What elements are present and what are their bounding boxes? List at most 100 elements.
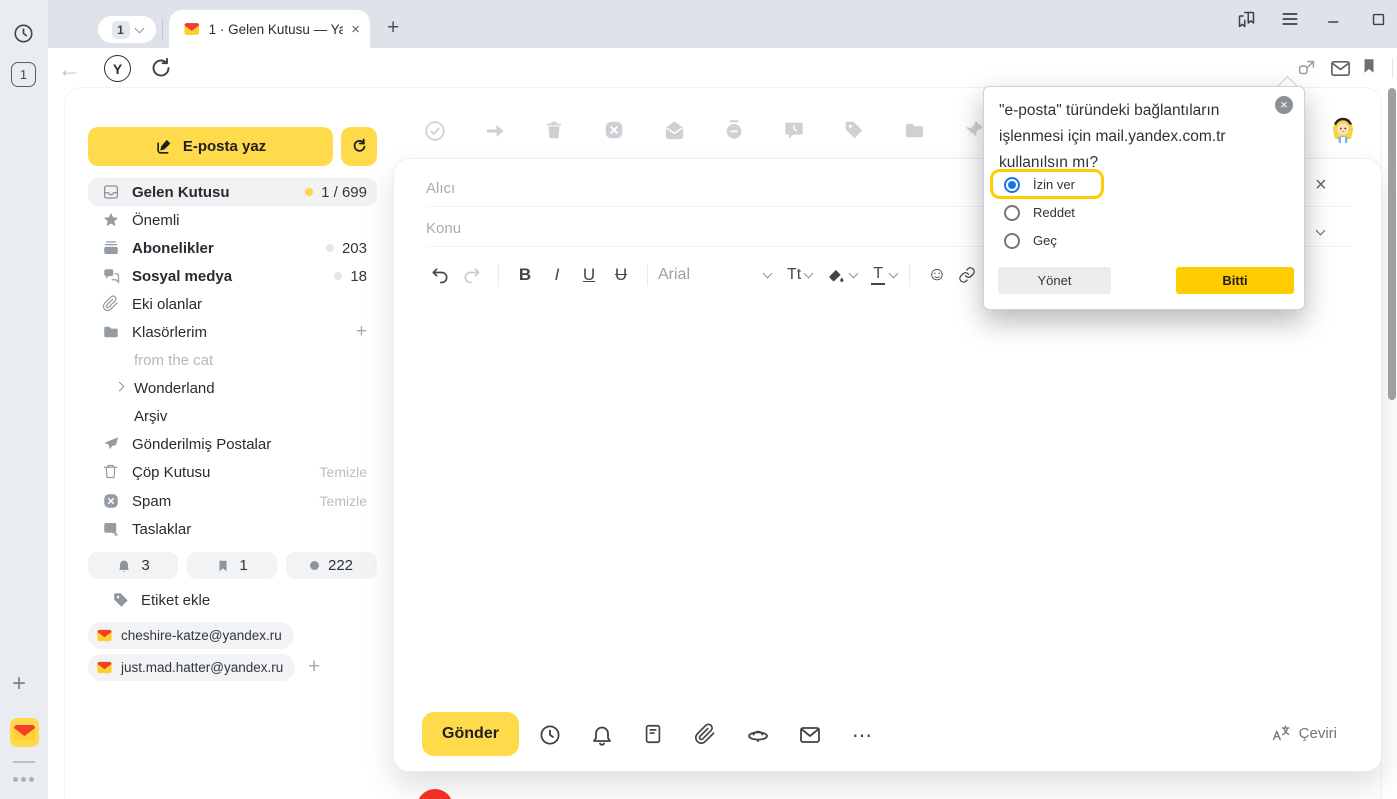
translate-button[interactable]: Çeviri: [1271, 723, 1337, 743]
empty-spam-action[interactable]: Temizle: [320, 493, 367, 509]
text-color-button[interactable]: T: [871, 265, 897, 285]
unread-dot: [305, 188, 313, 196]
history-icon[interactable]: [12, 22, 35, 45]
yandex-button[interactable]: Y: [104, 55, 131, 82]
message-body[interactable]: [396, 295, 1380, 697]
compose-collapse-icon[interactable]: [1317, 221, 1324, 239]
send-button[interactable]: Gönder: [422, 712, 519, 756]
check-mail-button[interactable]: [341, 127, 377, 166]
tab-active[interactable]: 1 · Gelen Kutusu — Yandex Mail ×: [169, 10, 370, 48]
radio-deny[interactable]: Reddet: [1004, 204, 1075, 221]
font-size-select[interactable]: Tt: [787, 266, 812, 284]
compose-button[interactable]: E-posta yaz: [88, 127, 333, 166]
new-tab-button[interactable]: +: [387, 16, 399, 40]
toolbar-divider: [1392, 58, 1393, 78]
note-icon[interactable]: [783, 119, 807, 143]
radio-icon[interactable]: [1004, 233, 1020, 249]
manage-button[interactable]: Yönet: [998, 267, 1111, 294]
move-folder-icon[interactable]: [903, 119, 927, 143]
add-folder-icon[interactable]: +: [356, 321, 367, 343]
sidebar-item-attachments[interactable]: Eki olanlar: [88, 290, 377, 318]
yandex-mail-app-icon[interactable]: [10, 718, 39, 747]
more-actions-icon[interactable]: ⋯: [850, 723, 874, 747]
chevron-down-icon[interactable]: [763, 269, 773, 279]
sidebar-item-my-folders[interactable]: Klasörlerim +: [88, 318, 377, 346]
label-icon[interactable]: [843, 119, 867, 143]
redo-icon[interactable]: [456, 265, 488, 285]
radio-allow[interactable]: İzin ver: [1004, 176, 1075, 193]
reminders-badge[interactable]: 3: [88, 552, 178, 579]
mail-notifier-icon[interactable]: [1329, 57, 1352, 80]
forward-icon[interactable]: [483, 119, 507, 143]
tab-close-icon[interactable]: ×: [351, 21, 360, 38]
bookmarks-badge[interactable]: 1: [187, 552, 277, 579]
scrollbar-thumb[interactable]: [1388, 88, 1396, 400]
account-chip[interactable]: cheshire-katze@yandex.ru: [88, 622, 294, 649]
minimize-button[interactable]: [1320, 5, 1348, 33]
menu-icon[interactable]: [1276, 5, 1304, 33]
underline-button[interactable]: U: [573, 265, 605, 285]
back-icon[interactable]: ←: [58, 56, 81, 83]
snooze-icon[interactable]: [723, 119, 747, 143]
link-icon[interactable]: [952, 266, 982, 284]
sidebar-more-icon[interactable]: [13, 777, 34, 782]
subject-field[interactable]: [426, 213, 986, 243]
sidebar-item-spam[interactable]: Spam Temizle: [88, 487, 377, 515]
emoji-icon[interactable]: ☺: [922, 264, 952, 286]
spam-icon[interactable]: [603, 119, 627, 143]
sidebar-item-trash[interactable]: Çöp Kutusu Temizle: [88, 458, 377, 486]
compose-close-icon[interactable]: ×: [1315, 177, 1327, 193]
sidebar-item-subscriptions[interactable]: Abonelikler 203: [88, 234, 377, 262]
bell-icon: [116, 558, 132, 574]
account-chip[interactable]: just.mad.hatter@yandex.ru: [88, 654, 295, 681]
bookmark-flag-icon: [216, 558, 230, 574]
font-family-select[interactable]: Arial: [658, 266, 764, 284]
reload-icon[interactable]: [149, 56, 173, 80]
empty-trash-action[interactable]: Temizle: [320, 464, 367, 480]
strikethrough-button[interactable]: U: [605, 265, 637, 285]
notify-icon[interactable]: [590, 723, 614, 747]
sidebar-item-important[interactable]: Önemli: [88, 206, 377, 234]
sidebar-item-inbox[interactable]: Gelen Kutusu 1 / 699: [88, 178, 377, 206]
to-field[interactable]: [426, 173, 986, 203]
select-all-icon[interactable]: [423, 119, 447, 143]
dialog-message: "e-posta" türündeki bağlantıların işlenm…: [999, 98, 1249, 176]
sidebar-item-wonderland[interactable]: Wonderland: [88, 374, 377, 402]
refresh-icon: [350, 137, 369, 156]
add-tag-button[interactable]: Etiket ekle: [112, 591, 210, 609]
dialog-close-icon[interactable]: ×: [1275, 96, 1293, 114]
maximize-button[interactable]: [1364, 5, 1392, 33]
mark-read-icon[interactable]: [663, 119, 687, 143]
delete-icon[interactable]: [543, 119, 567, 143]
schedule-send-icon[interactable]: [538, 723, 562, 747]
italic-button[interactable]: I: [541, 265, 573, 285]
sidebar-item-archive[interactable]: Arşiv: [88, 402, 377, 430]
chevron-right-icon[interactable]: [115, 382, 125, 392]
done-button[interactable]: Bitti: [1176, 267, 1294, 294]
sidebar-add-icon[interactable]: +: [12, 673, 26, 695]
sidebar-item-from-the-cat[interactable]: from the cat: [88, 346, 377, 374]
sidebar-item-drafts[interactable]: Taslaklar: [88, 515, 377, 543]
share-icon[interactable]: [1296, 57, 1318, 79]
bookmark-icon[interactable]: [1360, 56, 1378, 76]
template-icon[interactable]: [642, 723, 666, 747]
attach-icon[interactable]: [694, 723, 718, 747]
highlight-color-button[interactable]: [826, 266, 857, 285]
sidebar-item-social[interactable]: Sosyal medya 18: [88, 262, 377, 290]
attach-from-disk-icon[interactable]: [746, 723, 770, 747]
bold-button[interactable]: B: [509, 265, 541, 285]
radio-selected-icon[interactable]: [1004, 177, 1020, 193]
inbox-toolbar: [423, 119, 987, 143]
unread-dot: [326, 244, 334, 252]
add-account-icon[interactable]: +: [308, 655, 320, 679]
avatar[interactable]: [1327, 114, 1359, 146]
unread-badge[interactable]: 222: [286, 552, 377, 579]
sidebar-item-sent[interactable]: Gönderilmiş Postalar: [88, 430, 377, 458]
tab-count-chip[interactable]: 1: [11, 62, 36, 87]
postcard-icon[interactable]: [798, 723, 822, 747]
radio-icon[interactable]: [1004, 205, 1020, 221]
undo-icon[interactable]: [424, 265, 456, 285]
tab-group-chip[interactable]: 1: [98, 16, 156, 43]
radio-skip[interactable]: Geç: [1004, 232, 1057, 249]
panels-icon[interactable]: [1232, 5, 1260, 33]
